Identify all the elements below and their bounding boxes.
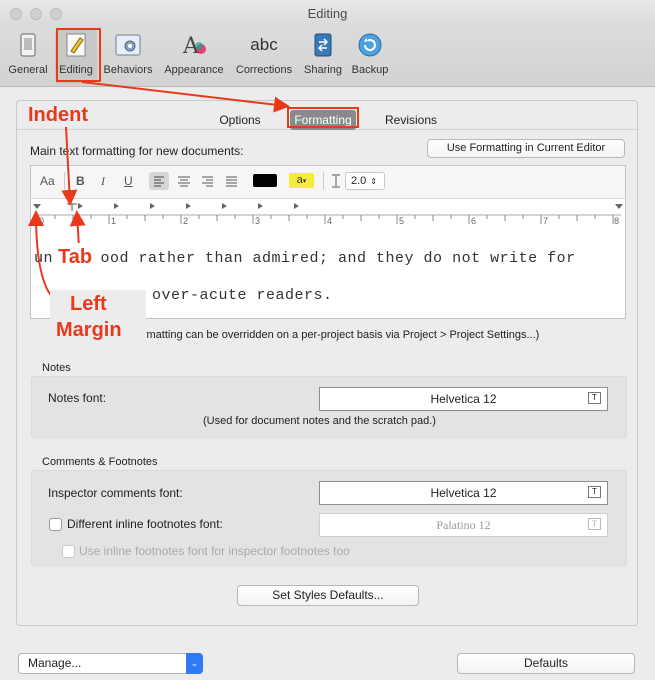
toolbar-appearance[interactable]: A Appearance [160,30,228,84]
manage-label: Manage... [28,656,82,670]
minimize-window-button[interactable] [30,8,42,20]
tab-annotation: Tab [58,246,93,268]
align-right-icon[interactable] [198,172,218,190]
align-center-icon[interactable] [174,172,194,190]
main-formatting-label: Main text formatting for new documents: [30,144,244,158]
stepper-icon: ⇕ [370,177,377,186]
ruler-number: 2 [183,216,189,226]
highlight-button[interactable]: a▾ [289,173,314,188]
notes-font-label: Notes font: [48,391,107,405]
format-bar [31,166,625,199]
ruler-number: 0 [39,216,45,226]
font-panel-icon[interactable]: T [588,392,601,404]
title-bar: Editing [0,0,655,28]
sharing-icon [314,33,332,57]
popup-arrows-icon: ⌄ [186,653,203,674]
ruler-number: 4 [327,216,333,226]
set-styles-defaults-button[interactable]: Set Styles Defaults... [237,585,419,606]
general-icon [20,33,36,57]
footnotes-font-value: Palatino 12 [436,518,491,532]
ruler-number: 1 [111,216,117,226]
left-margin-marker [33,204,41,209]
preview-line: over-acute readers. [152,287,333,304]
italic-button[interactable]: I [101,174,105,189]
ruler-number: 7 [543,216,549,226]
inline-footnotes-font-field[interactable]: Palatino 12 T [319,513,608,537]
line-spacing-icon [332,174,340,188]
underline-button[interactable]: U [124,174,133,188]
toolbar-behaviors[interactable]: Behaviors [100,30,156,84]
toolbar-backup[interactable]: Backup [348,30,392,84]
comments-section-title: Comments & Footnotes [42,456,158,468]
use-formatting-button[interactable]: Use Formatting in Current Editor [427,139,625,158]
text-color-swatch[interactable] [253,174,277,187]
use-inline-for-inspector-label: Use inline footnotes font for inspector … [79,544,350,558]
font-panel-icon[interactable]: T [588,486,601,498]
notes-font-field[interactable]: Helvetica 12 T [319,387,608,411]
bold-button[interactable]: B [76,174,85,188]
zoom-window-button[interactable] [50,8,62,20]
formatting-note: Formatting can be overridden on a per-pr… [130,329,540,341]
gear-window-icon [115,34,141,56]
abc-icon: abc [250,35,278,54]
preview-line: understood rather than admired; and they… [34,250,576,267]
margin-annotation: Margin [56,319,122,341]
format-separator [64,172,65,190]
toolbar-general[interactable]: General [4,30,52,84]
formatting-highlight-box [287,107,359,128]
ruler-number: 8 [614,216,620,226]
toolbar-sharing[interactable]: Sharing [300,30,346,84]
ruler-number: 3 [255,216,261,226]
ruler-number: 5 [399,216,405,226]
format-separator [323,172,324,190]
defaults-button[interactable]: Defaults [457,653,635,674]
font-button[interactable]: Aa [40,174,55,188]
inspector-comments-font-field[interactable]: Helvetica 12 T [319,481,608,505]
line-spacing-value: 2.0 [351,175,367,187]
notes-section-title: Notes [42,362,71,374]
inspector-comments-label: Inspector comments font: [48,486,183,500]
tab-options[interactable]: Options [210,110,270,130]
notes-font-value: Helvetica 12 [430,392,497,406]
line-spacing-stepper[interactable]: 2.0 ⇕ [345,172,385,190]
align-left-button[interactable] [149,172,169,190]
different-footnotes-label: Different inline footnotes font: [67,517,223,531]
justify-icon[interactable] [222,172,242,190]
notes-hint: (Used for document notes and the scratch… [203,415,436,427]
chevron-down-icon: ▾ [302,178,307,185]
backup-icon [358,33,382,57]
close-window-button[interactable] [10,8,22,20]
window-title: Editing [307,6,348,21]
font-panel-icon[interactable]: T [588,518,601,530]
use-inline-for-inspector-checkbox[interactable] [62,545,75,558]
left-annotation: Left [70,293,107,315]
indent-annotation: Indent [28,104,88,126]
toolbar-corrections[interactable]: abc Corrections [232,30,296,84]
editing-highlight-box [56,28,101,82]
appearance-icon: A [182,34,206,58]
align-left-icon [154,176,164,187]
tab-revisions[interactable]: Revisions [378,110,444,130]
inspector-font-value: Helvetica 12 [430,486,497,500]
different-footnotes-checkbox[interactable] [49,518,62,531]
manage-popup[interactable]: Manage... ⌄ [18,653,203,674]
ruler-number: 6 [471,216,477,226]
